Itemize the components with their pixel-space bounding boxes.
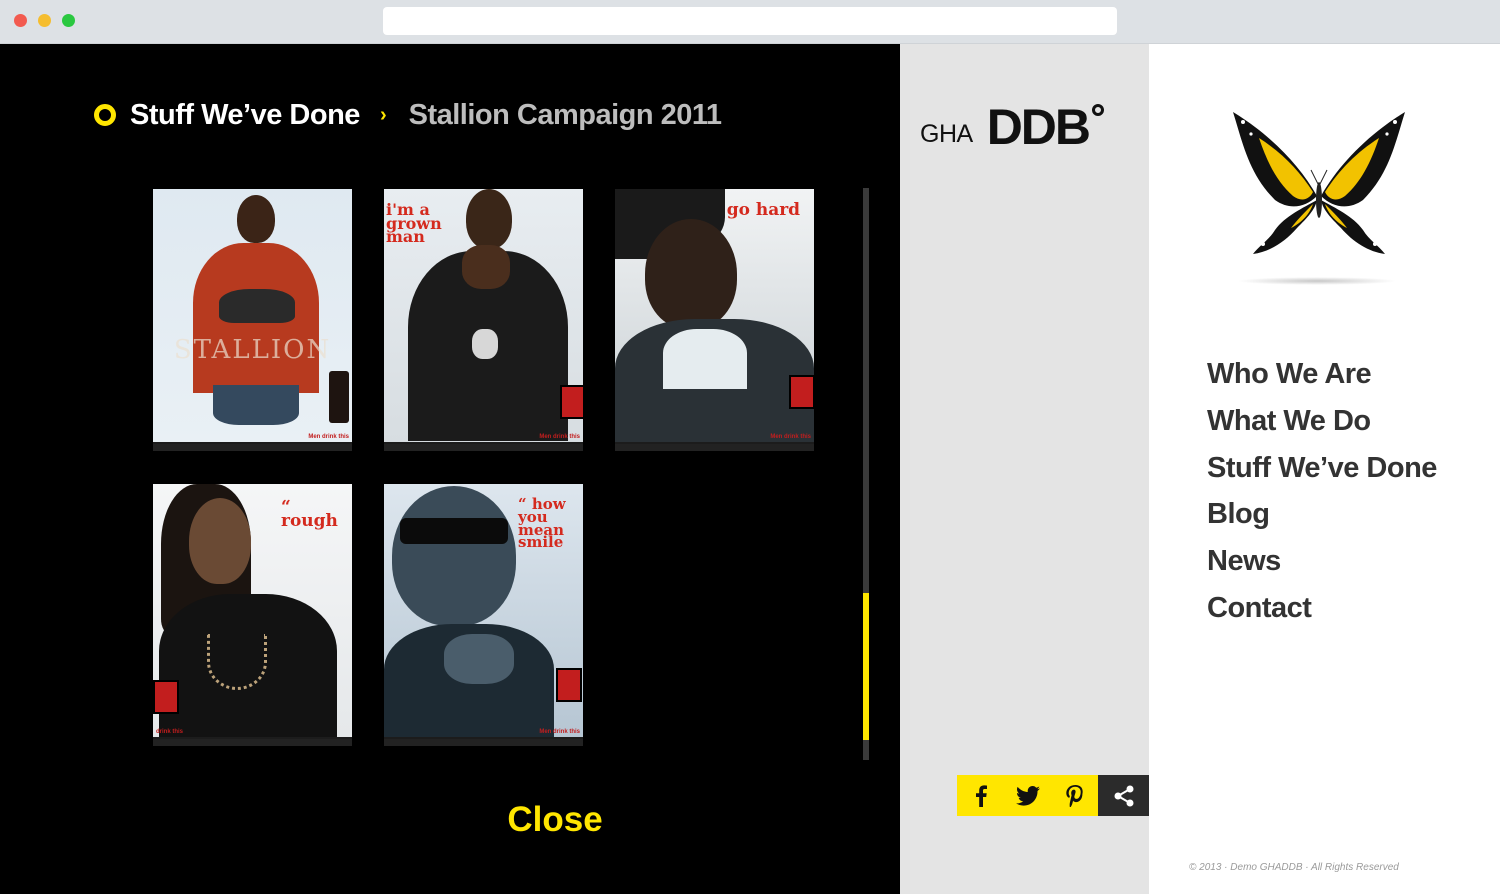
gallery-thumbnail[interactable]: “ go hard Men drink this (615, 189, 814, 451)
campaign-photo: “ rough (153, 484, 352, 737)
gallery-panel: Stuff We’ve Done › Stallion Campaign 201… (0, 44, 900, 894)
campaign-photo: i'm a grown man (384, 189, 583, 442)
thumbnail-headline: “ how you mean smile (518, 495, 566, 552)
brand-column: GHA DDB (900, 44, 1150, 894)
share-icon (1114, 785, 1134, 806)
close-button[interactable]: Close (480, 800, 630, 840)
thumbnail-tagline: Men drink this (770, 434, 811, 440)
main-navigation: Who We Are What We Do Stuff We’ve Done B… (1207, 351, 1437, 632)
facebook-button[interactable] (957, 775, 1004, 816)
gallery-thumbnail[interactable]: “ how you mean smile Men drink this (384, 484, 583, 746)
facebook-icon (975, 784, 987, 807)
campaign-photo: STALLION (153, 189, 352, 442)
breadcrumb-current[interactable]: Stuff We’ve Done (130, 99, 360, 132)
campaign-photo: “ how you mean smile (384, 484, 583, 737)
gallery-thumbnail[interactable]: i'm a grown man Men drink this (384, 189, 583, 451)
social-share-bar (957, 775, 1150, 816)
logo-ring-icon (1092, 104, 1105, 116)
twitter-button[interactable] (1004, 775, 1051, 816)
browser-chrome (0, 0, 1500, 44)
ring-icon (94, 104, 116, 126)
window-maximize-button[interactable] (62, 14, 75, 27)
gallery-thumbnail[interactable]: STALLION Men drink this (153, 189, 352, 451)
gallery-scrollbar-thumb[interactable] (863, 593, 869, 740)
gallery-thumbnail[interactable]: “ rough drink this (153, 484, 352, 746)
thumbnail-tagline: Men drink this (308, 434, 349, 440)
window-minimize-button[interactable] (38, 14, 51, 27)
nav-item-news[interactable]: News (1207, 538, 1437, 585)
breadcrumb-project: Stallion Campaign 2011 (408, 98, 722, 131)
butterfly-logo-icon[interactable] (1229, 104, 1409, 264)
gha-ddb-logo[interactable]: GHA DDB (920, 99, 1105, 155)
address-bar[interactable] (383, 7, 1117, 35)
nav-item-stuff-weve-done[interactable]: Stuff We’ve Done (1207, 445, 1437, 492)
nav-item-what-we-do[interactable]: What We Do (1207, 398, 1437, 445)
thumbnail-tagline: Men drink this (539, 729, 580, 735)
logo-ddb-text: DDB (986, 99, 1091, 155)
chevron-right-icon: › (379, 103, 387, 126)
navigation-column: Who We Are What We Do Stuff We’ve Done B… (1149, 44, 1500, 894)
thumbnail-tagline: Men drink this (539, 434, 580, 440)
share-button[interactable] (1098, 775, 1150, 816)
nav-item-who-we-are[interactable]: Who We Are (1207, 351, 1437, 398)
butterfly-shadow (1237, 277, 1397, 285)
thumbnail-headline: “ go hard (711, 200, 801, 220)
pinterest-icon (1065, 784, 1083, 807)
thumbnail-headline: “ rough (281, 497, 338, 532)
campaign-photo: “ go hard (615, 189, 814, 442)
pinterest-button[interactable] (1051, 775, 1098, 816)
twitter-icon (1015, 785, 1040, 806)
logo-gha-text: GHA (920, 120, 973, 148)
window-close-button[interactable] (14, 14, 27, 27)
thumbnail-tagline: drink this (156, 729, 184, 735)
footer-copyright: © 2013 · Demo GHADDB · All Rights Reserv… (1189, 862, 1399, 873)
breadcrumb: Stuff We’ve Done › Stallion Campaign 201… (94, 98, 722, 132)
gallery-scrollbar[interactable] (863, 188, 869, 760)
thumbnail-headline: i'm a grown man (386, 200, 442, 247)
nav-item-contact[interactable]: Contact (1207, 585, 1437, 632)
nav-item-blog[interactable]: Blog (1207, 491, 1437, 538)
